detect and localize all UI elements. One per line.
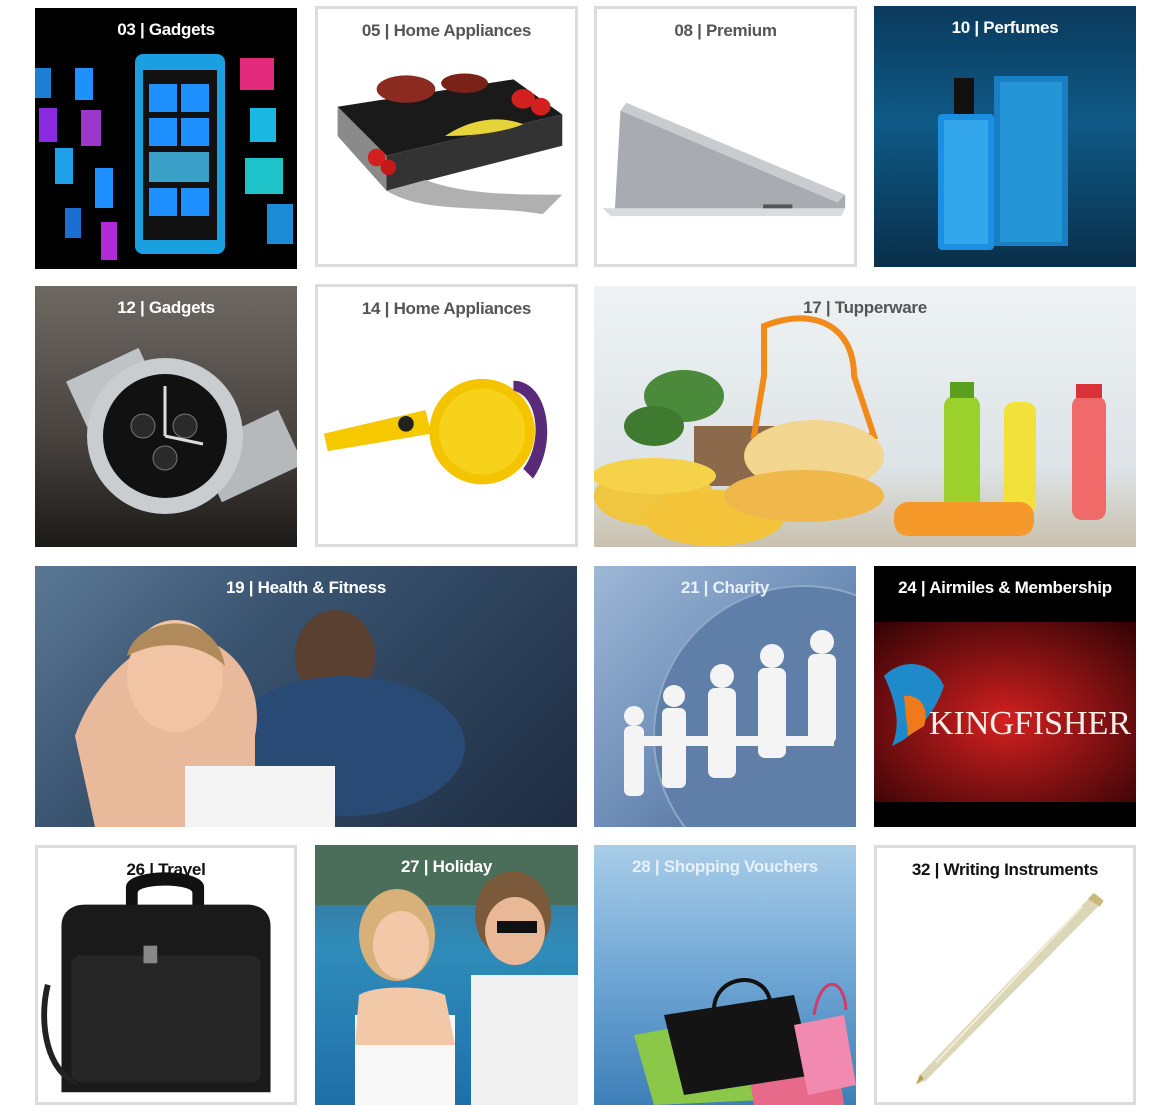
tile-label: 19 | Health & Fitness — [35, 578, 577, 598]
tile-number: 28 — [632, 857, 651, 876]
tile-gadgets-12[interactable]: 12 | Gadgets — [35, 286, 297, 547]
tile-category: Travel — [158, 860, 206, 879]
tile-number: 21 — [680, 578, 700, 597]
tile-category: Health & Fitness — [257, 578, 387, 597]
tile-label: 14 | Home Appliances — [318, 299, 575, 319]
tile-number: 17 — [803, 298, 822, 317]
tile-separator: | — [825, 298, 831, 317]
tile-label: 12 | Gadgets — [35, 298, 297, 318]
tile-separator: | — [697, 21, 702, 40]
tile-number: 32 — [911, 860, 931, 879]
pen-image — [916, 892, 1104, 1085]
tile-separator: | — [423, 857, 429, 876]
tile-category: Writing Instruments — [943, 860, 1099, 879]
tile-holiday-27[interactable]: 27 | Holiday — [315, 845, 578, 1105]
holiday-couple-image — [315, 845, 578, 1105]
tile-number: 05 — [361, 21, 381, 40]
tile-label: 32 | Writing Instruments — [877, 860, 1133, 880]
kingfisher-logo: KINGFISHER — [874, 622, 1136, 802]
tile-category: Gadgets — [148, 298, 215, 317]
tile-home-appliances-14[interactable]: 14 | Home Appliances — [315, 284, 578, 547]
tile-separator: | — [139, 20, 145, 39]
grill-image — [337, 73, 563, 215]
tile-number: 27 — [401, 857, 420, 876]
tile-perfumes-10[interactable]: 10 | Perfumes — [874, 6, 1136, 267]
tile-number: 14 — [361, 299, 381, 318]
tupperware-image — [594, 315, 1106, 546]
tile-label: 03 | Gadgets — [35, 20, 297, 40]
tile-category: Gadgets — [148, 20, 215, 39]
tile-separator: | — [974, 18, 979, 37]
tile-airmiles-24[interactable]: KINGFISHER 24 | Airmiles & Membership — [874, 566, 1136, 827]
tile-home-appliances-05[interactable]: 05 | Home Appliances — [315, 6, 578, 267]
tile-number: 08 — [674, 21, 693, 40]
tile-label: 21 | Charity — [594, 578, 856, 598]
tile-writing-32[interactable]: 32 | Writing Instruments — [874, 845, 1136, 1105]
kingfisher-text: KINGFISHER — [929, 705, 1131, 742]
tile-label: 17 | Tupperware — [594, 298, 1136, 318]
perfume-image — [938, 76, 1068, 250]
shopping-bags-image — [634, 978, 856, 1105]
tile-separator: | — [248, 578, 254, 597]
tile-tupperware-17[interactable]: 17 | Tupperware — [594, 286, 1136, 547]
tile-separator: | — [920, 578, 926, 597]
tile-gadgets-03[interactable]: 03 | Gadgets — [35, 8, 297, 269]
tile-separator: | — [149, 860, 154, 879]
tile-label: 28 | Shopping Vouchers — [594, 857, 856, 877]
tile-separator: | — [703, 578, 709, 597]
watch-image — [66, 347, 297, 514]
tile-label: 27 | Holiday — [315, 857, 578, 877]
tile-number: 03 — [117, 20, 136, 39]
tile-category: Home Appliances — [393, 299, 532, 318]
tile-separator: | — [384, 21, 390, 40]
tile-label: 08 | Premium — [597, 21, 854, 41]
tile-label: 24 | Airmiles & Membership — [874, 578, 1136, 598]
tile-category: Holiday — [432, 857, 493, 876]
tile-label: 10 | Perfumes — [874, 18, 1136, 38]
laptop-image — [602, 102, 846, 217]
fitness-image — [75, 610, 465, 827]
tile-category: Shopping Vouchers — [663, 857, 819, 876]
travel-bag-image — [41, 872, 271, 1093]
tile-label: 05 | Home Appliances — [318, 21, 575, 41]
tile-charity-21[interactable]: 21 | Charity — [594, 566, 856, 827]
tile-health-fitness-19[interactable]: 19 | Health & Fitness — [35, 566, 577, 827]
phone-image — [35, 54, 293, 260]
tile-number: 26 — [126, 860, 145, 879]
tile-category: Charity — [712, 578, 770, 597]
tile-shopping-28[interactable]: 28 | Shopping Vouchers — [594, 845, 856, 1105]
tile-separator: | — [934, 860, 940, 879]
tile-separator: | — [654, 857, 660, 876]
tile-separator: | — [139, 298, 145, 317]
tile-category: Tupperware — [834, 298, 927, 317]
tile-label: 26 | Travel — [38, 860, 294, 880]
tile-separator: | — [384, 299, 390, 318]
tile-number: 24 — [898, 578, 917, 597]
tile-category: Premium — [706, 21, 777, 40]
headphones-image — [323, 378, 548, 485]
charity-globe-image — [624, 585, 856, 827]
tile-number: 10 — [951, 18, 971, 37]
tile-premium-08[interactable]: 08 | Premium — [594, 6, 857, 267]
tile-category: Home Appliances — [393, 21, 532, 40]
tile-travel-26[interactable]: 26 | Travel — [35, 845, 297, 1105]
tile-number: 12 — [117, 298, 136, 317]
tile-category: Perfumes — [983, 18, 1059, 37]
tile-category: Airmiles & Membership — [929, 578, 1112, 597]
tile-number: 19 — [225, 578, 245, 597]
